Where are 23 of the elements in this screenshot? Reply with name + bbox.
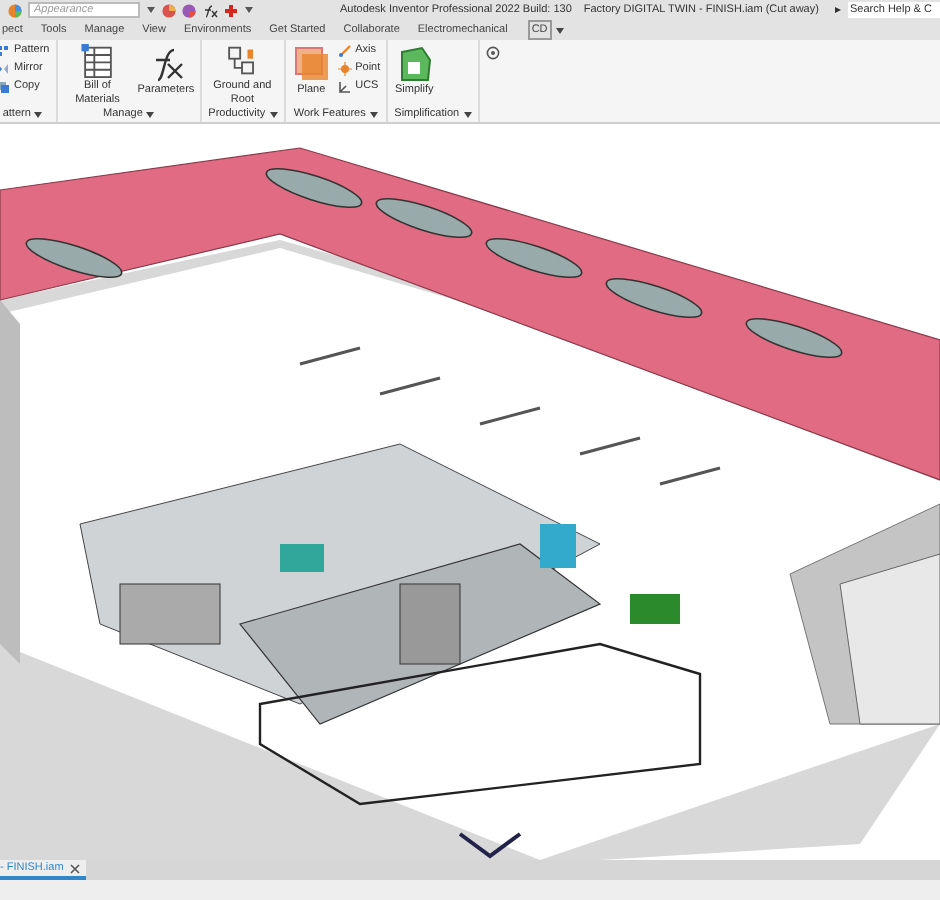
- close-icon: [69, 863, 80, 873]
- caret-icon: [146, 6, 156, 14]
- color-wheel-icon: [182, 3, 196, 17]
- copy-icon: [0, 80, 10, 94]
- caret-icon: [369, 111, 378, 117]
- grid-icon: [0, 44, 10, 58]
- axis-icon: [337, 44, 352, 58]
- coordinate-icon: [337, 80, 352, 94]
- plane-icon: [291, 44, 332, 84]
- caret-icon: [269, 111, 278, 117]
- point-icon: [337, 62, 352, 76]
- color-wheel-icon: [8, 3, 22, 17]
- caret-icon: [244, 6, 254, 14]
- function-icon: [202, 3, 218, 17]
- caret-icon: [34, 111, 43, 117]
- gear-icon: [485, 46, 500, 60]
- mirror-icon: [0, 62, 10, 76]
- caret-icon: [555, 27, 564, 33]
- plus-icon: [224, 3, 238, 17]
- color-wheel-icon: [162, 3, 176, 17]
- caret-icon: [834, 6, 842, 14]
- caret-icon: [146, 111, 155, 117]
- caret-icon: [463, 111, 472, 117]
